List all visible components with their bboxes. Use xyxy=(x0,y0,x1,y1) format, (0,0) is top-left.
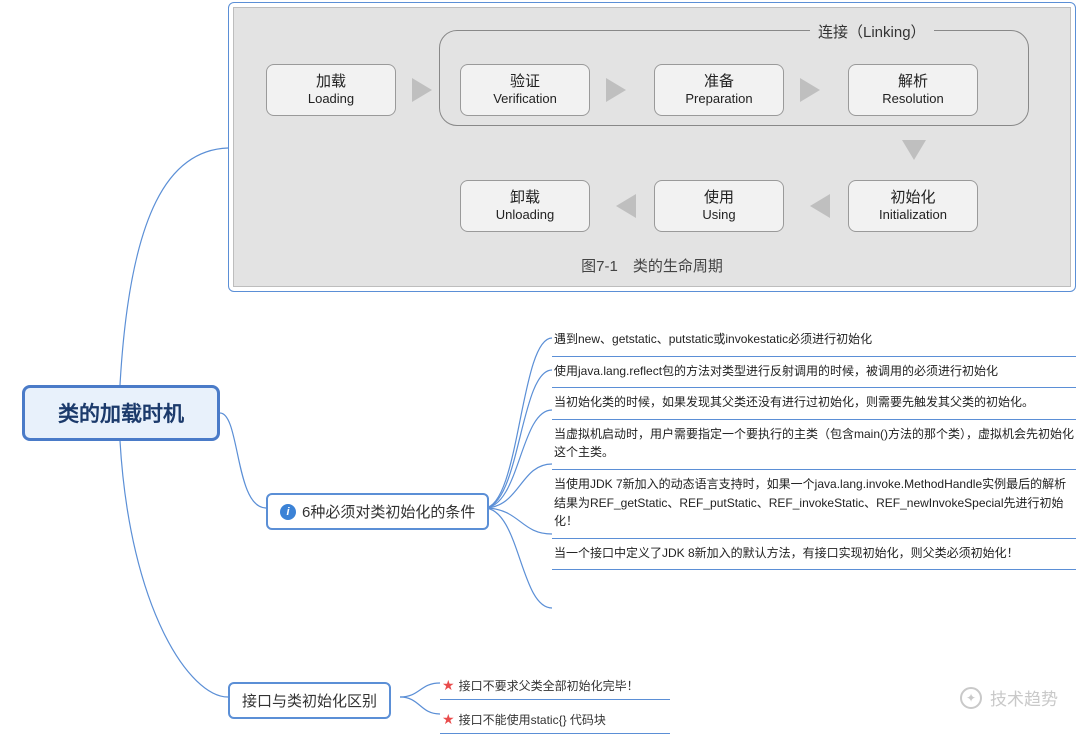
stage-unloading: 卸载Unloading xyxy=(460,180,590,232)
stage-resolution: 解析Resolution xyxy=(848,64,978,116)
stage-loading: 加载Loading xyxy=(266,64,396,116)
list-item[interactable]: 当一个接口中定义了JDK 8新加入的默认方法，有接口实现初始化，则父类必须初始化… xyxy=(552,539,1076,571)
branch-init-conditions[interactable]: i 6种必须对类初始化的条件 xyxy=(266,493,489,530)
arrow-icon xyxy=(616,194,636,218)
watermark: ✦ 技术趋势 xyxy=(960,685,1058,710)
stage-initialization: 初始化Initialization xyxy=(848,180,978,232)
lifecycle-inner: 连接（Linking） 加载Loading 验证Verification 准备P… xyxy=(233,7,1071,287)
arrow-icon xyxy=(412,78,432,102)
arrow-icon xyxy=(606,78,626,102)
interface-diff-list: ★接口不要求父类全部初始化完毕！ ★接口不能使用static{} 代码块 xyxy=(440,674,670,742)
arrow-icon xyxy=(810,194,830,218)
list-item[interactable]: ★接口不能使用static{} 代码块 xyxy=(440,708,670,734)
list-item[interactable]: ★接口不要求父类全部初始化完毕！ xyxy=(440,674,670,700)
wechat-icon: ✦ xyxy=(960,687,982,709)
branch-interface-diff[interactable]: 接口与类初始化区别 xyxy=(228,682,391,719)
arrow-icon xyxy=(902,140,926,160)
list-item[interactable]: 当初始化类的时候，如果发现其父类还没有进行过初始化，则需要先触发其父类的初始化。 xyxy=(552,388,1076,420)
lifecycle-caption: 图7-1 类的生命周期 xyxy=(581,255,723,276)
star-icon: ★ xyxy=(442,711,455,727)
root-title: 类的加载时机 xyxy=(58,398,184,428)
linking-label: 连接（Linking） xyxy=(810,21,934,42)
list-item[interactable]: 使用java.lang.reflect包的方法对类型进行反射调用的时候，被调用的… xyxy=(552,357,1076,389)
list-item[interactable]: 当虚拟机启动时，用户需要指定一个要执行的主类（包含main()方法的那个类），虚… xyxy=(552,420,1076,470)
watermark-text: 技术趋势 xyxy=(990,685,1058,710)
stage-using: 使用Using xyxy=(654,180,784,232)
init-conditions-list: 遇到new、getstatic、putstatic或invokestatic必须… xyxy=(552,325,1076,570)
stage-verification: 验证Verification xyxy=(460,64,590,116)
info-icon: i xyxy=(280,504,296,520)
branch1-label: 6种必须对类初始化的条件 xyxy=(302,501,475,522)
list-item[interactable]: 当使用JDK 7新加入的动态语言支持时，如果一个java.lang.invoke… xyxy=(552,470,1076,539)
arrow-icon xyxy=(800,78,820,102)
list-item[interactable]: 遇到new、getstatic、putstatic或invokestatic必须… xyxy=(552,325,1076,357)
star-icon: ★ xyxy=(442,677,455,693)
branch2-label: 接口与类初始化区别 xyxy=(242,690,377,711)
root-node[interactable]: 类的加载时机 xyxy=(22,385,220,441)
stage-preparation: 准备Preparation xyxy=(654,64,784,116)
lifecycle-diagram: 连接（Linking） 加载Loading 验证Verification 准备P… xyxy=(228,2,1076,292)
